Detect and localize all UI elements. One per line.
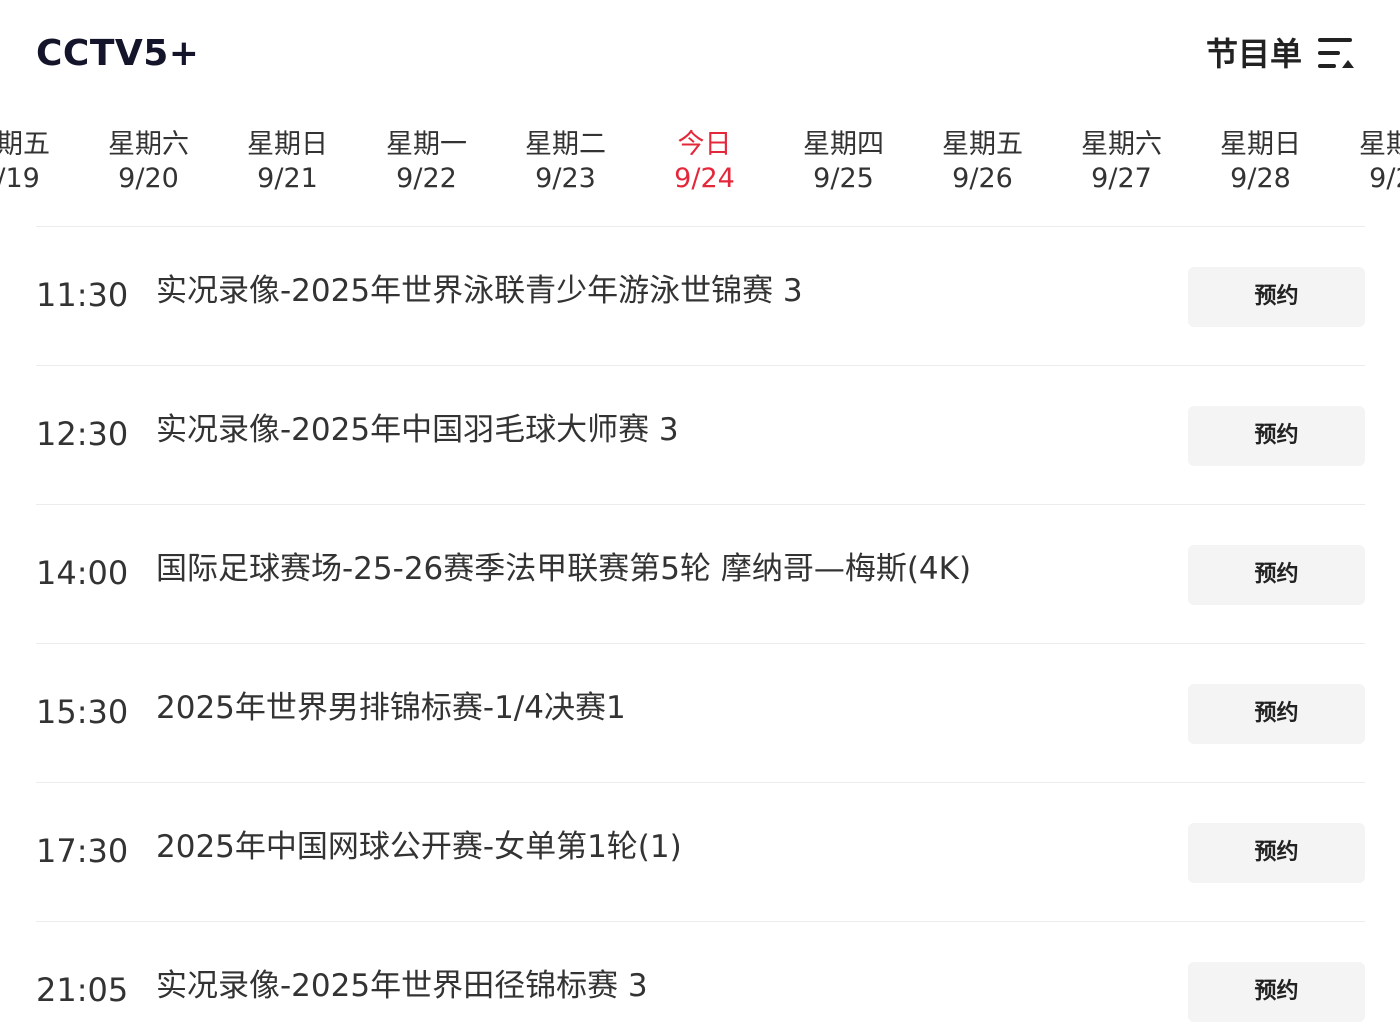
reserve-button[interactable]: 预约 [1188,545,1365,605]
date-tab[interactable]: 星期五 9/26 [913,118,1052,210]
header: CCTV5+ 节目单 [0,0,1400,110]
program-time: 17:30 [36,832,129,870]
date-tab[interactable]: 今日 9/24 [635,118,774,210]
date-tab-day: 9/21 [257,163,318,194]
date-strip: 星期五9/19星期六9/20星期日9/21星期一9/22星期二9/23今日9/2… [0,118,1400,210]
program-list-label: 节目单 [1205,35,1302,73]
date-tab-weekday: 星期日 [247,129,328,160]
reserve-button[interactable]: 预约 [1188,962,1365,1022]
reserve-button[interactable]: 预约 [1188,823,1365,883]
schedule-row: 21:05 实况录像-2025年世界田径锦标赛 3 预约 [36,921,1365,1029]
schedule-page: CCTV5+ 节目单 星期五9/19星期六9/20星期日9/21星期一9/22星… [0,0,1400,1029]
date-tab-weekday: 今日 [677,129,732,160]
schedule-row: 11:30 实况录像-2025年世界泳联青少年游泳世锦赛 3 预约 [36,226,1365,365]
date-tab-weekday: 星期五 [0,129,50,160]
date-tab-day: 9/19 [0,163,40,194]
date-tab-weekday: 星期六 [108,129,189,160]
reserve-button[interactable]: 预约 [1188,684,1365,744]
date-tab[interactable]: 星期日 9/21 [218,118,357,210]
schedule-list: 11:30 实况录像-2025年世界泳联青少年游泳世锦赛 3 预约 12:30 实况录像… [36,226,1365,1029]
schedule-row: 15:30 2025年世界男排锦标赛-1/4决赛1 预约 [36,643,1365,782]
program-title: 实况录像-2025年世界田径锦标赛 3 [156,968,648,1004]
program-title: 2025年中国网球公开赛-女单第1轮(1) [156,829,682,865]
program-time: 21:05 [36,971,129,1009]
program-title: 2025年世界男排锦标赛-1/4决赛1 [156,690,626,726]
date-tab-weekday: 星期一 [1359,129,1400,160]
date-tab[interactable]: 星期五9/19 [0,118,79,210]
date-tab[interactable]: 星期四 9/25 [774,118,913,210]
date-tab-weekday: 星期四 [803,129,884,160]
date-tab-day: 9/22 [396,163,457,194]
date-tab[interactable]: 星期二 9/23 [496,118,635,210]
date-tab-day: 9/20 [118,163,179,194]
program-time: 14:00 [36,554,129,592]
program-title: 国际足球赛场-25-26赛季法甲联赛第5轮 摩纳哥—梅斯(4K) [156,551,972,587]
date-tab[interactable]: 星期一9/29 [1330,118,1400,210]
program-time: 11:30 [36,276,129,314]
date-tab-day: 9/27 [1091,163,1152,194]
date-tab-day: 9/25 [813,163,874,194]
date-tab[interactable]: 星期六 9/27 [1052,118,1191,210]
date-tab-weekday: 星期六 [1081,129,1162,160]
date-tab[interactable]: 星期六 9/20 [79,118,218,210]
date-tab-day: 9/23 [535,163,596,194]
date-tab[interactable]: 星期日 9/28 [1191,118,1330,210]
schedule-row: 12:30 实况录像-2025年中国羽毛球大师赛 3 预约 [36,365,1365,504]
date-tab-day: 9/28 [1230,163,1291,194]
program-time: 15:30 [36,693,129,731]
schedule-row: 17:30 2025年中国网球公开赛-女单第1轮(1) 预约 [36,782,1365,921]
program-time: 12:30 [36,415,129,453]
date-tab-weekday: 星期五 [942,129,1023,160]
program-title: 实况录像-2025年世界泳联青少年游泳世锦赛 3 [156,273,803,309]
date-tab-weekday: 星期二 [525,129,606,160]
date-track: 星期五9/19星期六9/20星期日9/21星期一9/22星期二9/23今日9/2… [0,118,1400,210]
list-menu-icon [1318,38,1354,68]
date-tab-day: 9/26 [952,163,1013,194]
reserve-button[interactable]: 预约 [1188,267,1365,327]
program-title: 实况录像-2025年中国羽毛球大师赛 3 [156,412,679,448]
date-tab[interactable]: 星期一 9/22 [357,118,496,210]
date-tab-weekday: 星期日 [1220,129,1301,160]
reserve-button[interactable]: 预约 [1188,406,1365,466]
date-tab-day: 9/24 [674,163,735,194]
date-tab-day: 9/29 [1369,163,1400,194]
channel-title: CCTV5+ [36,33,200,74]
schedule-row: 14:00 国际足球赛场-25-26赛季法甲联赛第5轮 摩纳哥—梅斯(4K) 预约 [36,504,1365,643]
program-list-button[interactable]: 节目单 [1206,30,1356,78]
date-tab-weekday: 星期一 [386,129,467,160]
